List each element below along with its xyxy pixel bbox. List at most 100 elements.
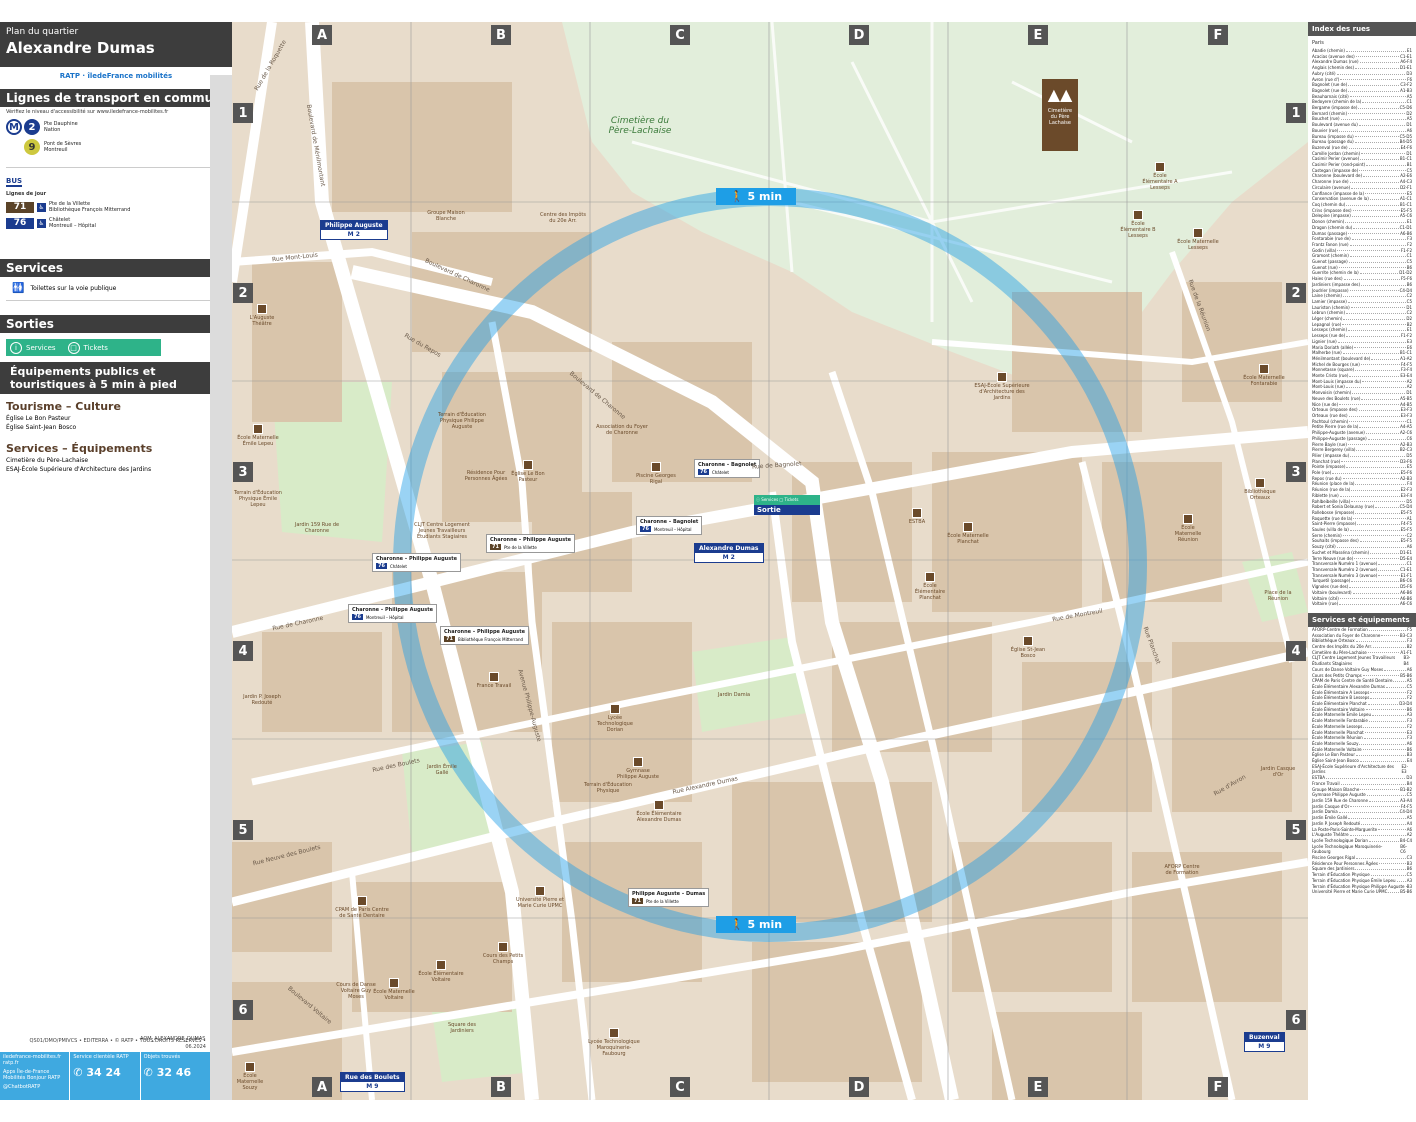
leader-dots (1368, 718, 1407, 722)
poi[interactable]: Terrain d'Éducation Physique Philippe Au… (432, 412, 492, 430)
leader-dots (1360, 787, 1400, 791)
poi[interactable]: ESAJ-École Supérieure d'Architecture des… (972, 372, 1032, 401)
poi[interactable]: Place de la Réunion (1260, 590, 1296, 602)
poi[interactable]: École Maternelle Émile Lepeu (236, 424, 280, 447)
poi[interactable]: Terrain d'Éducation Physique Émile Lepeu (232, 490, 284, 508)
poi[interactable]: École Élémentaire B Lesseps (1116, 210, 1160, 239)
leader-dots (1346, 310, 1406, 315)
grid-column-label: D (849, 25, 869, 45)
poi-name: Jardin P. Joseph Redouté (243, 694, 281, 706)
grid-column-label: D (849, 1077, 869, 1097)
poi[interactable]: Piscine Georges Rigal (636, 462, 676, 485)
bus-stop-direction: Pte de la Villette (645, 898, 679, 904)
poi[interactable]: Université Pierre et Marie Curie UPMC (512, 886, 568, 909)
leader-dots (1348, 259, 1406, 263)
metro-line-9-row[interactable]: 9 Pont de Sèvres Montreuil (0, 137, 232, 157)
poi-name: École Maternelle Réunion (1174, 525, 1202, 543)
index-row[interactable]: CLJT Centre Logement Jeunes Travailleurs… (1308, 655, 1416, 666)
poi[interactable]: Lycée Technologique Maroquinerie-Faubour… (586, 1028, 642, 1057)
index-row[interactable]: ESAJ-École Supérieure d'Architecture des… (1308, 764, 1416, 775)
bus-line-76-row[interactable]: 76 ♿ Châtelet Montreuil – Hôpital (0, 215, 232, 231)
poi[interactable]: Jardin P. Joseph Redouté (234, 694, 290, 706)
poi[interactable]: Résidence Pour Personnes Âgées (464, 470, 508, 482)
index-row[interactable]: Voltaire (rue) A6-C6 (1308, 601, 1416, 607)
bus-stop[interactable]: Charonne – Philippe Auguste 71 Pte de la … (486, 534, 575, 553)
bus-stop[interactable]: Charonne – Bagnolet 76 Châtelet (694, 459, 761, 478)
metro-line-2-row[interactable]: M 2 Pte Dauphine Nation (0, 117, 232, 137)
tourism-item[interactable]: Église Saint-Jean Bosco E4 (0, 423, 232, 432)
poi[interactable]: Jardin 159 Rue de Charonne (292, 522, 342, 534)
line-2-dest2: Nation (44, 127, 61, 133)
tourism-item[interactable]: Église Le Bon Pasteur A3 (0, 414, 232, 423)
station-buzenval[interactable]: Buzenval M 9 (1244, 1032, 1285, 1052)
service-phone[interactable]: ✆ 34 24 (73, 1066, 136, 1079)
poi[interactable]: Lycée Technologique Dorian (592, 704, 638, 733)
poi[interactable]: École Élémentaire Alexandre Dumas (632, 800, 686, 823)
poi[interactable]: Gymnase Philippe Auguste (616, 757, 660, 780)
poi[interactable]: France Travail (474, 672, 514, 689)
service-item[interactable]: Cimetière du Père-Lachaise B1 (0, 456, 232, 465)
bus-stop[interactable]: Charonne – Bagnolet 76 Montreuil – Hôpita… (636, 516, 703, 535)
poi[interactable]: École Élémentaire Planchat (908, 572, 952, 601)
poi[interactable]: École Élémentaire A Lesseps (1138, 162, 1182, 191)
index-row[interactable]: Université Pierre et Marie Curie UPMC B5-… (1308, 889, 1416, 895)
leader-dots (1336, 544, 1406, 548)
station-exit[interactable]: ⓘ Services □ Tickets Sortie (754, 495, 820, 515)
poi[interactable]: Centre des Impôts du 20e Arr. (538, 212, 588, 224)
poi[interactable]: École Maternelle Planchat (946, 522, 990, 545)
lost-phone[interactable]: ✆ 32 46 (144, 1066, 207, 1079)
service-item[interactable]: ESAJ-École Supérieure d'Architecture des… (0, 465, 232, 474)
exit-services: Services (761, 497, 779, 502)
poi[interactable]: CLJT Centre Logement Jeunes Travailleurs… (410, 522, 474, 540)
leader-dots (1348, 82, 1400, 86)
poi-name: Terrain d'Éducation Physique Philippe Au… (438, 412, 486, 430)
leader-dots (1362, 99, 1406, 104)
poi[interactable]: ESTBA (900, 508, 934, 525)
poi[interactable]: Groupe Maison Blanche (422, 210, 470, 222)
bus-stop[interactable]: Charonne – Philippe Auguste 76 Châtelet (372, 553, 461, 572)
poi[interactable]: École Maternelle Réunion (1168, 514, 1208, 543)
footer-web[interactable]: iledefrance-mobilites.fr ratp.fr (3, 1054, 66, 1066)
bus-stop[interactable]: Charonne – Philippe Auguste 71 Bibliothèq… (440, 626, 529, 645)
station-rue-des-boulets[interactable]: Rue des Boulets M 9 (340, 1072, 405, 1092)
bus-stop[interactable]: Charonne – Philippe Auguste 76 Montreuil … (348, 604, 437, 623)
station-philippe-auguste[interactable]: Philippe Auguste M 2 (320, 220, 388, 240)
poi[interactable]: École Maternelle Fontarabie (1242, 364, 1286, 387)
leader-dots (1365, 430, 1399, 434)
poi[interactable]: Terrain d'Éducation Physique (584, 782, 632, 794)
poi[interactable]: École Maternelle Lesseps (1176, 228, 1220, 251)
dance-icon (498, 942, 508, 952)
footer-twitter[interactable]: @ChatbotRATP (3, 1084, 66, 1090)
bus-line-71-row[interactable]: 71 ♿ Pte de la Villette Bibliothèque Fra… (0, 199, 232, 215)
grid-column-label: E (1028, 25, 1048, 45)
line-2-badge: 2 (24, 119, 40, 135)
poi[interactable]: L'Auguste Théâtre (242, 304, 282, 327)
page-subtitle: Plan du quartier (6, 27, 79, 37)
poi[interactable]: CPAM de Paris Centre de Santé Dentaire (332, 896, 392, 919)
poi[interactable]: École Maternelle Souzy (232, 1062, 268, 1091)
leader-dots (1326, 775, 1406, 779)
poi[interactable]: Jardin Damia (714, 692, 754, 698)
bus-stop[interactable]: Philippe Auguste – Dumas 71 Pte de la Vil… (628, 888, 710, 907)
poi[interactable]: Église Le Bon Pasteur (510, 460, 546, 483)
poi[interactable]: AFORP Centre de Formation (1162, 864, 1202, 876)
leader-dots (1378, 861, 1406, 865)
poi-name: L'Auguste Théâtre (249, 315, 275, 327)
leader-dots (1365, 707, 1406, 711)
poi[interactable]: École Maternelle Voltaire (372, 978, 416, 1001)
poi[interactable]: École Élémentaire Voltaire (418, 960, 464, 983)
leader-dots (1351, 578, 1399, 583)
leader-dots (1359, 168, 1406, 172)
poi[interactable]: Cours des Petits Champs (480, 942, 526, 965)
station-alexandre-dumas[interactable]: Alexandre Dumas M 2 (694, 543, 764, 563)
exit-label: Sortie (754, 505, 820, 515)
poi[interactable]: Église St-Jean Bosco (1008, 636, 1048, 659)
poi[interactable]: Jardin Émile Gallé (422, 764, 462, 776)
poi[interactable]: Association du Foyer de Charonne (594, 424, 650, 436)
index-row[interactable]: Lycée Technologique Maroquinerie-Faubour… (1308, 844, 1416, 855)
poi[interactable]: Square des Jardiniers (442, 1022, 482, 1034)
map-area[interactable]: A B C D E F A B C D E F 1 2 3 4 5 6 1 2 … (232, 22, 1308, 1100)
poi[interactable]: Bibliothèque Orteaux (1238, 478, 1282, 501)
leader-dots (1355, 481, 1407, 486)
poi[interactable]: Jardin Casque d'Or (1258, 766, 1298, 778)
